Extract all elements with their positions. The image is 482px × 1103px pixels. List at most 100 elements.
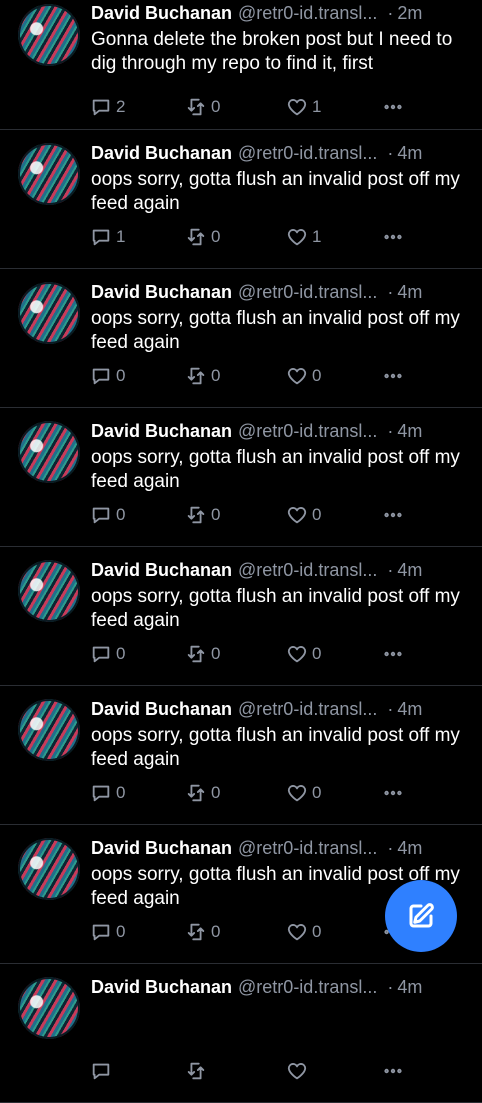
more-icon bbox=[384, 790, 402, 796]
post[interactable]: David Buchanan @retr0-id.transl... · 4m … bbox=[0, 408, 482, 547]
author-name[interactable]: David Buchanan bbox=[91, 420, 232, 442]
like-button[interactable] bbox=[286, 1060, 312, 1082]
author-handle[interactable]: @retr0-id.transl... bbox=[238, 976, 377, 998]
post[interactable]: David Buchanan @retr0-id.transl... · 4m … bbox=[0, 547, 482, 686]
author-name[interactable]: David Buchanan bbox=[91, 698, 232, 720]
avatar[interactable] bbox=[18, 560, 80, 622]
more-options-button[interactable] bbox=[382, 1060, 404, 1082]
like-button[interactable]: 0 bbox=[286, 504, 321, 526]
reply-button[interactable]: 0 bbox=[90, 365, 125, 387]
post-header: David Buchanan @retr0-id.transl... · 2m bbox=[91, 2, 466, 24]
post-time: 4m bbox=[397, 282, 423, 302]
heart-icon bbox=[287, 1063, 307, 1080]
compose-icon bbox=[409, 903, 434, 928]
repost-button[interactable]: 0 bbox=[185, 504, 220, 526]
reply-button[interactable] bbox=[90, 1060, 116, 1082]
like-button[interactable]: 0 bbox=[286, 921, 321, 943]
avatar[interactable] bbox=[18, 4, 80, 66]
avatar[interactable] bbox=[18, 699, 80, 761]
more-options-button[interactable] bbox=[382, 504, 404, 526]
repost-button[interactable]: 0 bbox=[185, 226, 220, 248]
repost-button[interactable]: 0 bbox=[185, 782, 220, 804]
post-text: oops sorry, gotta flush an invalid post … bbox=[91, 169, 460, 214]
author-handle[interactable]: @retr0-id.transl... bbox=[238, 837, 377, 859]
more-options-button[interactable] bbox=[382, 365, 404, 387]
reply-icon bbox=[92, 507, 110, 524]
repost-button[interactable]: 0 bbox=[185, 921, 220, 943]
post-actions: 0 0 0 bbox=[90, 921, 420, 945]
reply-button[interactable]: 0 bbox=[90, 643, 125, 665]
reply-button[interactable]: 2 bbox=[90, 96, 125, 118]
author-handle[interactable]: @retr0-id.transl... bbox=[238, 420, 377, 442]
author-handle[interactable]: @retr0-id.transl... bbox=[238, 2, 377, 24]
avatar[interactable] bbox=[18, 838, 80, 900]
post-time: 2m bbox=[397, 3, 423, 23]
post-actions: 0 0 0 bbox=[90, 365, 420, 389]
reply-icon bbox=[92, 368, 110, 385]
author-name[interactable]: David Buchanan bbox=[91, 142, 232, 164]
avatar[interactable] bbox=[18, 421, 80, 483]
repost-button[interactable]: 0 bbox=[185, 96, 220, 118]
repost-button[interactable]: 0 bbox=[185, 643, 220, 665]
repost-icon bbox=[187, 367, 205, 385]
post-text: oops sorry, gotta flush an invalid post … bbox=[91, 586, 460, 631]
author-name[interactable]: David Buchanan bbox=[91, 837, 232, 859]
post-time: 4m bbox=[397, 838, 423, 858]
post-header: David Buchanan @retr0-id.transl... · 4m bbox=[91, 976, 466, 998]
repost-icon bbox=[187, 1062, 205, 1080]
avatar[interactable] bbox=[18, 143, 80, 205]
reply-count: 0 bbox=[116, 505, 126, 524]
author-name[interactable]: David Buchanan bbox=[91, 2, 232, 24]
reply-button[interactable]: 0 bbox=[90, 782, 125, 804]
heart-icon bbox=[287, 785, 307, 802]
reply-button[interactable]: 0 bbox=[90, 504, 125, 526]
repost-count: 0 bbox=[211, 783, 221, 802]
like-button[interactable]: 1 bbox=[286, 226, 321, 248]
author-handle[interactable]: @retr0-id.transl... bbox=[238, 559, 377, 581]
post[interactable]: David Buchanan @retr0-id.transl... · 2m … bbox=[0, 0, 482, 130]
like-button[interactable]: 1 bbox=[286, 96, 321, 118]
avatar[interactable] bbox=[18, 282, 80, 344]
post[interactable]: David Buchanan @retr0-id.transl... · 4m … bbox=[0, 686, 482, 825]
repost-button[interactable] bbox=[185, 1060, 211, 1082]
post[interactable]: David Buchanan @retr0-id.transl... · 4m bbox=[0, 964, 482, 1103]
like-count: 0 bbox=[312, 644, 322, 663]
post-text: oops sorry, gotta flush an invalid post … bbox=[91, 447, 460, 492]
more-options-button[interactable] bbox=[382, 226, 404, 248]
author-name[interactable]: David Buchanan bbox=[91, 559, 232, 581]
like-count: 0 bbox=[312, 922, 322, 941]
compose-button[interactable] bbox=[385, 880, 457, 952]
reply-count: 2 bbox=[116, 97, 126, 116]
post[interactable]: David Buchanan @retr0-id.transl... · 4m … bbox=[0, 269, 482, 408]
reply-icon bbox=[92, 229, 110, 246]
repost-icon bbox=[187, 784, 205, 802]
heart-icon bbox=[287, 229, 307, 246]
post-text: oops sorry, gotta flush an invalid post … bbox=[91, 308, 460, 353]
more-options-button[interactable] bbox=[382, 96, 404, 118]
post-time: 4m bbox=[397, 143, 423, 163]
reply-button[interactable]: 0 bbox=[90, 921, 125, 943]
like-button[interactable]: 0 bbox=[286, 643, 321, 665]
reply-button[interactable]: 1 bbox=[90, 226, 125, 248]
like-button[interactable]: 0 bbox=[286, 365, 321, 387]
more-options-button[interactable] bbox=[382, 782, 404, 804]
repost-button[interactable]: 0 bbox=[185, 365, 220, 387]
separator-dot: · bbox=[387, 421, 394, 441]
author-name[interactable]: David Buchanan bbox=[91, 281, 232, 303]
post-time: 4m bbox=[397, 977, 423, 997]
reply-count: 0 bbox=[116, 922, 126, 941]
post-header: David Buchanan @retr0-id.transl... · 4m bbox=[91, 420, 466, 442]
author-name[interactable]: David Buchanan bbox=[91, 976, 232, 998]
like-button[interactable]: 0 bbox=[286, 782, 321, 804]
reply-icon bbox=[92, 924, 110, 941]
like-count: 1 bbox=[312, 97, 322, 116]
post-header: David Buchanan @retr0-id.transl... · 4m bbox=[91, 281, 466, 303]
author-handle[interactable]: @retr0-id.transl... bbox=[238, 698, 377, 720]
author-handle[interactable]: @retr0-id.transl... bbox=[238, 281, 377, 303]
post[interactable]: David Buchanan @retr0-id.transl... · 4m … bbox=[0, 130, 482, 269]
author-handle[interactable]: @retr0-id.transl... bbox=[238, 142, 377, 164]
more-options-button[interactable] bbox=[382, 643, 404, 665]
avatar[interactable] bbox=[18, 977, 80, 1039]
separator-dot: · bbox=[387, 3, 394, 23]
more-icon bbox=[384, 651, 402, 657]
